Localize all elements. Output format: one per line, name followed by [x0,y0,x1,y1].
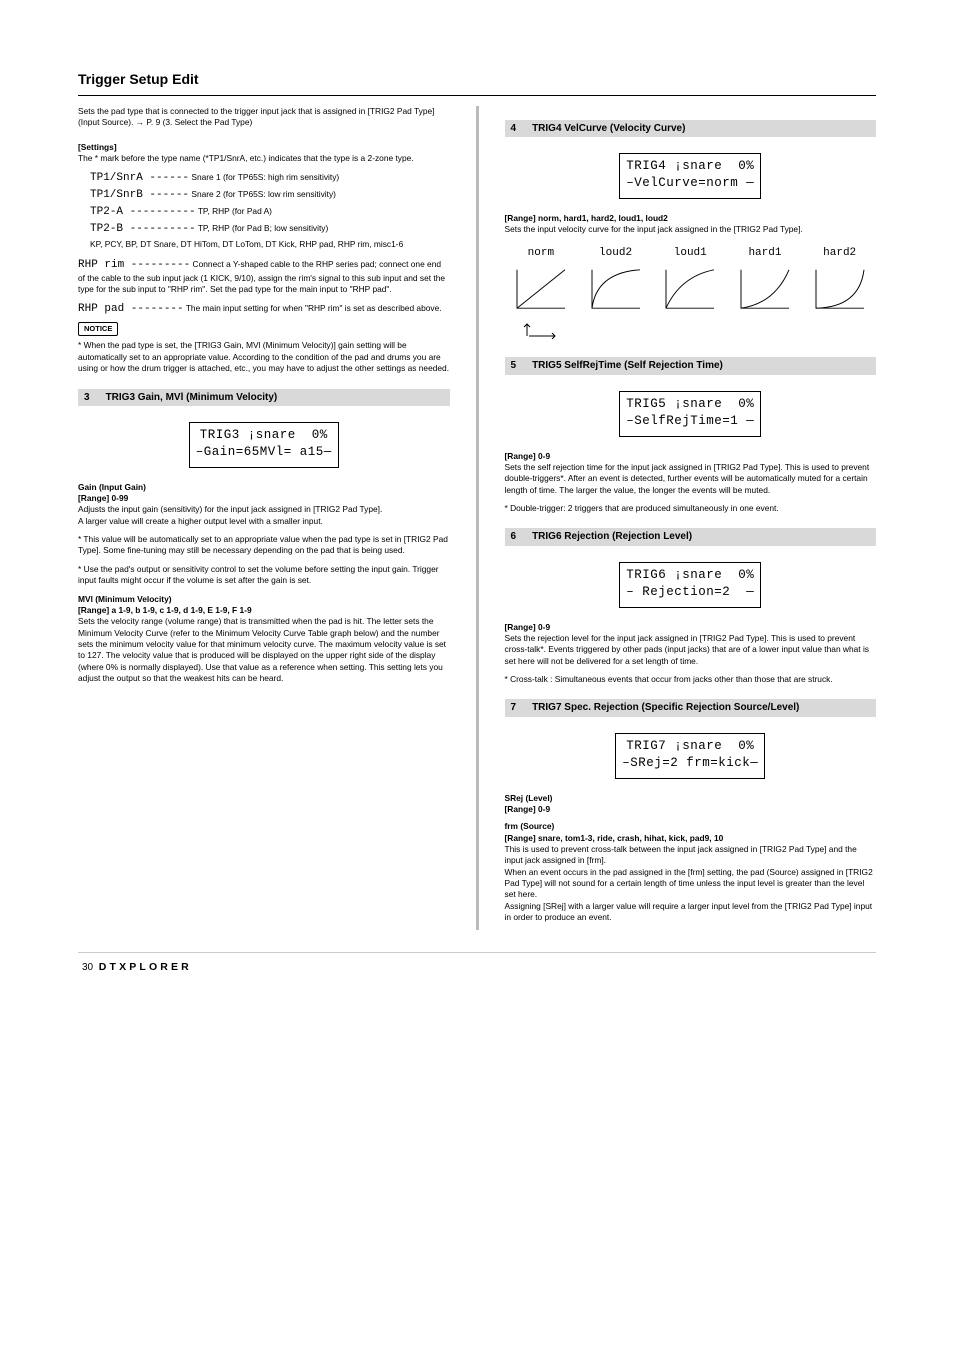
velocity-curve-graphs: norm loud2 loud1 hard1 hard2 [507,246,875,316]
lbl-rhppad: RHP pad -------- [78,303,184,315]
frm-label: frm (Source) [505,821,877,832]
page-title: Trigger Setup Edit [78,70,876,89]
s3-title: TRIG3 Gain, MVl (Minimum Velocity) [100,389,450,407]
srej-label: SRej (Level) [505,793,877,804]
settings-tail: KP, PCY, BP, DT Snare, DT HiTom, DT LoTo… [90,239,450,250]
section7-header: 7 TRIG7 Spec. Rejection (Specific Reject… [505,699,877,717]
desc-tp1b: Snare 2 (for TP65S: low rim sensitivity) [191,189,336,199]
s7-body: This is used to prevent cross-talk betwe… [505,844,877,923]
lcd-trig4: TRIG4 ¡snare 0% –VelCurve=norm — [619,153,761,199]
curve-hard1-icon [736,265,794,313]
s5-num: 5 [505,357,527,375]
s4-body: Sets the input velocity curve for the in… [505,224,877,235]
curve-loud1-icon [661,265,719,313]
column-divider [476,106,479,930]
s6-foot: * Cross-talk : Simultaneous events that … [505,674,877,685]
s7-num: 7 [505,699,527,717]
lcd-trig5: TRIG5 ¡snare 0% –SelfRejTime=1 — [619,391,761,437]
section6-header: 6 TRIG6 Rejection (Rejection Level) [505,528,877,546]
desc-tp1a: Snare 1 (for TP65S: high rim sensitivity… [191,172,339,182]
axis-arrows-icon [521,322,561,340]
s4-range: [Range] norm, hard1, hard2, loud1, loud2 [505,213,877,224]
intro-para: Sets the pad type that is connected to t… [78,106,450,129]
s5-title: TRIG5 SelfRejTime (Self Rejection Time) [526,357,876,375]
curve-hard2-icon [811,265,869,313]
lbl-tp2b: TP2-B ---------- [90,223,196,235]
s6-body: Sets the rejection level for the input j… [505,633,877,667]
divider-bottom [78,952,876,953]
srej-range: [Range] 0-9 [505,804,877,815]
desc-rhppad: The main input setting for when "RHP rim… [186,303,442,313]
notice-badge: NOTICE [78,322,118,336]
settings-body: The * mark before the type name (*TP1/Sn… [78,153,450,164]
frm-range: [Range] snare, tom1-3, ride, crash, hiha… [505,833,877,844]
mvl-body: Sets the velocity range (volume range) t… [78,616,450,684]
notice-body: * When the pad type is set, the [TRIG3 G… [78,340,450,374]
s6-title: TRIG6 Rejection (Rejection Level) [526,528,876,546]
s6-num: 6 [505,528,527,546]
desc-tp2a: TP, RHP (for Pad A) [198,206,272,216]
s5-body: Sets the self rejection time for the inp… [505,462,877,496]
settings-label: [Settings] [78,142,117,152]
mvl-label: MVl (Minimum Velocity) [78,594,450,605]
section5-header: 5 TRIG5 SelfRejTime (Self Rejection Time… [505,357,877,375]
gain-body: Adjusts the input gain (sensitivity) for… [78,504,450,527]
s5-range: [Range] 0-9 [505,451,877,462]
desc-tp2b: TP, RHP (for Pad B; low sensitivity) [198,223,328,233]
divider-top [78,95,876,96]
section4-header: 4 TRIG4 VelCurve (Velocity Curve) [505,120,877,138]
gain-range: [Range] 0-99 [78,493,450,504]
curve-hard2-label: hard2 [805,246,874,261]
lbl-tp1b: TP1/SnrB ------ [90,189,189,201]
s7-title: TRIG7 Spec. Rejection (Specific Rejectio… [526,699,876,717]
curve-norm-icon [512,265,570,313]
settings-list: TP1/SnrA ------ Snare 1 (for TP65S: high… [90,171,450,250]
curve-norm-label: norm [507,246,576,261]
s3-num: 3 [78,389,100,407]
lcd-trig7: TRIG7 ¡snare 0% –SRej=2 frm=kick— [615,733,765,779]
lcd-trig3: TRIG3 ¡snare 0% –Gain=65MVl= a15— [189,422,339,468]
s4-title: TRIG4 VelCurve (Velocity Curve) [526,120,876,138]
gain-star1: * This value will be automatically set t… [78,534,450,557]
lbl-tp1a: TP1/SnrA ------ [90,172,189,184]
lcd-trig6: TRIG6 ¡snare 0% – Rejection=2 — [619,562,761,608]
brand-logo: DTXPLORER [99,961,192,975]
s5-foot: * Double-trigger: 2 triggers that are pr… [505,503,877,514]
section3-header: 3 TRIG3 Gain, MVl (Minimum Velocity) [78,389,450,407]
curve-hard1-label: hard1 [731,246,800,261]
gain-star2: * Use the pad's output or sensitivity co… [78,564,450,587]
s4-num: 4 [505,120,527,138]
lbl-rhprim: RHP rim --------- [78,259,190,271]
right-column: 4 TRIG4 VelCurve (Velocity Curve) TRIG4 … [505,106,877,930]
mvl-range: [Range] a 1-9, b 1-9, c 1-9, d 1-9, E 1-… [78,605,450,616]
curve-loud2-label: loud2 [581,246,650,261]
page-number: 30 [82,961,93,975]
lbl-tp2a: TP2-A ---------- [90,206,196,218]
s6-range: [Range] 0-9 [505,622,877,633]
gain-label: Gain (Input Gain) [78,482,450,493]
curve-loud1-label: loud1 [656,246,725,261]
footer-bar: 30 DTXPLORER [78,961,876,975]
curve-loud2-icon [587,265,645,313]
left-column: Sets the pad type that is connected to t… [78,106,450,930]
